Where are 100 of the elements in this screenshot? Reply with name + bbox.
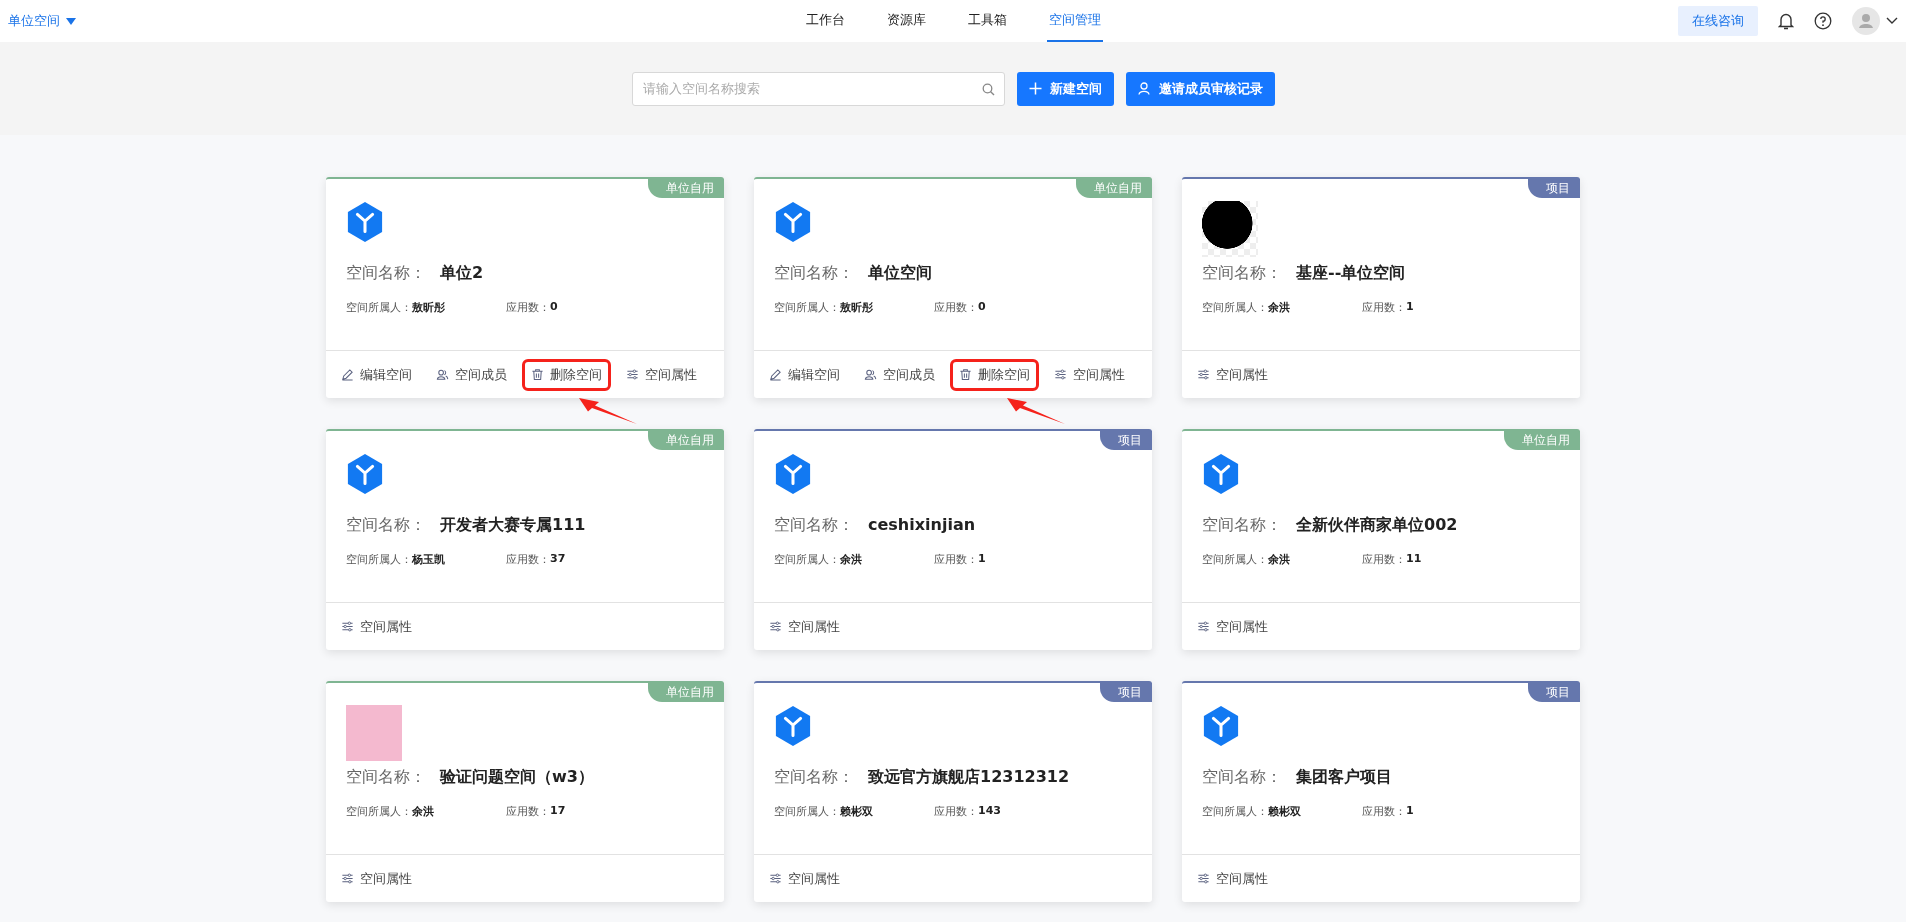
nav-tab[interactable]: 工作台 <box>803 0 847 42</box>
apps-count: 0 <box>978 300 986 315</box>
name-label: 空间名称： <box>1202 263 1282 284</box>
space-type-tag: 单位自用 <box>648 431 724 450</box>
apps-label: 应用数： <box>934 552 978 567</box>
space-type-tag: 项目 <box>1100 683 1152 702</box>
consult-button[interactable]: 在线咨询 <box>1678 6 1758 36</box>
cube-logo-icon <box>774 705 812 747</box>
search-icon <box>981 82 995 96</box>
apps-count: 37 <box>550 552 566 567</box>
name-label: 空间名称： <box>346 515 426 536</box>
name-label: 空间名称： <box>346 767 426 788</box>
owner-name: 余洪 <box>412 804 434 819</box>
card-action[interactable]: 空间属性 <box>760 862 849 895</box>
space-type-tag: 项目 <box>1528 179 1580 198</box>
space-name: 单位空间 <box>868 263 932 284</box>
owner-name: 赖彬双 <box>1268 804 1301 819</box>
invite-records-button[interactable]: 邀请成员审核记录 <box>1125 71 1275 106</box>
pencil-icon <box>341 368 354 381</box>
name-label: 空间名称： <box>774 515 854 536</box>
space-type-tag: 单位自用 <box>1076 179 1152 198</box>
owner-label: 空间所属人： <box>774 552 840 567</box>
users-icon <box>436 368 449 381</box>
card-action[interactable]: 空间成员 <box>855 358 944 391</box>
name-label: 空间名称： <box>774 263 854 284</box>
apps-label: 应用数： <box>1362 552 1406 567</box>
apps-count: 1 <box>978 552 986 567</box>
space-name: 开发者大赛专属111 <box>440 515 586 536</box>
apps-label: 应用数： <box>506 300 550 315</box>
apps-label: 应用数： <box>934 300 978 315</box>
owner-label: 空间所属人： <box>1202 300 1268 315</box>
sliders-icon <box>1197 368 1210 381</box>
help-icon[interactable] <box>1814 12 1832 30</box>
card-action[interactable]: 空间属性 <box>1045 358 1134 391</box>
sliders-icon <box>341 620 354 633</box>
bell-icon[interactable] <box>1778 12 1794 30</box>
sliders-icon <box>1197 872 1210 885</box>
space-type-tag: 单位自用 <box>648 179 724 198</box>
owner-label: 空间所属人： <box>1202 804 1268 819</box>
space-name: 基座--单位空间 <box>1296 263 1406 284</box>
space-name: 全新伙伴商家单位002 <box>1296 515 1458 536</box>
owner-label: 空间所属人： <box>346 804 412 819</box>
space-name: 验证问题空间（w3） <box>440 767 594 788</box>
cube-logo-icon <box>774 453 812 495</box>
name-label: 空间名称： <box>1202 767 1282 788</box>
name-label: 空间名称： <box>346 263 426 284</box>
photo-placeholder <box>1202 201 1258 257</box>
sliders-icon <box>1197 620 1210 633</box>
card-action[interactable]: 空间属性 <box>332 862 421 895</box>
sliders-icon <box>1054 368 1067 381</box>
cube-logo-icon <box>346 453 384 495</box>
owner-name: 杨玉凯 <box>412 552 445 567</box>
apps-label: 应用数： <box>506 552 550 567</box>
cube-logo-icon <box>1202 453 1240 495</box>
users-icon <box>864 368 877 381</box>
space-name: 单位2 <box>440 263 484 284</box>
owner-name: 赖彬双 <box>840 804 873 819</box>
apps-count: 0 <box>550 300 558 315</box>
card-action[interactable]: 编辑空间 <box>332 358 421 391</box>
space-type-tag: 项目 <box>1100 431 1152 450</box>
card-action[interactable]: 空间属性 <box>332 610 421 643</box>
apps-count: 17 <box>550 804 566 819</box>
space-name: 集团客户项目 <box>1296 767 1392 788</box>
apps-label: 应用数： <box>1362 804 1406 819</box>
card-action[interactable]: 空间成员 <box>427 358 516 391</box>
owner-name: 余洪 <box>1268 552 1290 567</box>
nav-tab[interactable]: 资源库 <box>884 0 928 42</box>
owner-label: 空间所属人： <box>774 804 840 819</box>
user-icon <box>1137 82 1151 95</box>
new-space-button[interactable]: 新建空间 <box>1016 71 1114 106</box>
photo-placeholder <box>346 705 402 761</box>
space-type-tag: 单位自用 <box>1504 431 1580 450</box>
apps-label: 应用数： <box>1362 300 1406 315</box>
cube-logo-icon <box>774 201 812 243</box>
apps-label: 应用数： <box>506 804 550 819</box>
pencil-icon <box>769 368 782 381</box>
apps-label: 应用数： <box>934 804 978 819</box>
sliders-icon <box>341 872 354 885</box>
owner-name: 余洪 <box>840 552 862 567</box>
apps-count: 1 <box>1406 804 1414 819</box>
name-label: 空间名称： <box>1202 515 1282 536</box>
cube-logo-icon <box>1202 705 1240 747</box>
card-action[interactable]: 空间属性 <box>617 358 706 391</box>
nav-tab[interactable]: 工具箱 <box>965 0 1009 42</box>
card-action[interactable]: 空间属性 <box>1188 358 1277 391</box>
card-action[interactable]: 空间属性 <box>760 610 849 643</box>
card-action[interactable]: 空间属性 <box>1188 862 1277 895</box>
apps-count: 1 <box>1406 300 1414 315</box>
owner-name: 敖昕彤 <box>840 300 873 315</box>
owner-label: 空间所属人： <box>774 300 840 315</box>
owner-name: 敖昕彤 <box>412 300 445 315</box>
space-switcher[interactable]: 单位空间 <box>8 12 76 30</box>
space-type-tag: 项目 <box>1528 683 1580 702</box>
space-name: ceshixinjian <box>868 515 976 534</box>
search-field[interactable]: 请输入空间名称搜索 <box>631 71 1005 106</box>
plus-icon <box>1028 82 1042 95</box>
owner-label: 空间所属人： <box>346 300 412 315</box>
card-action[interactable]: 编辑空间 <box>760 358 849 391</box>
card-action[interactable]: 空间属性 <box>1188 610 1277 643</box>
chevron-down-icon[interactable] <box>1886 17 1898 25</box>
